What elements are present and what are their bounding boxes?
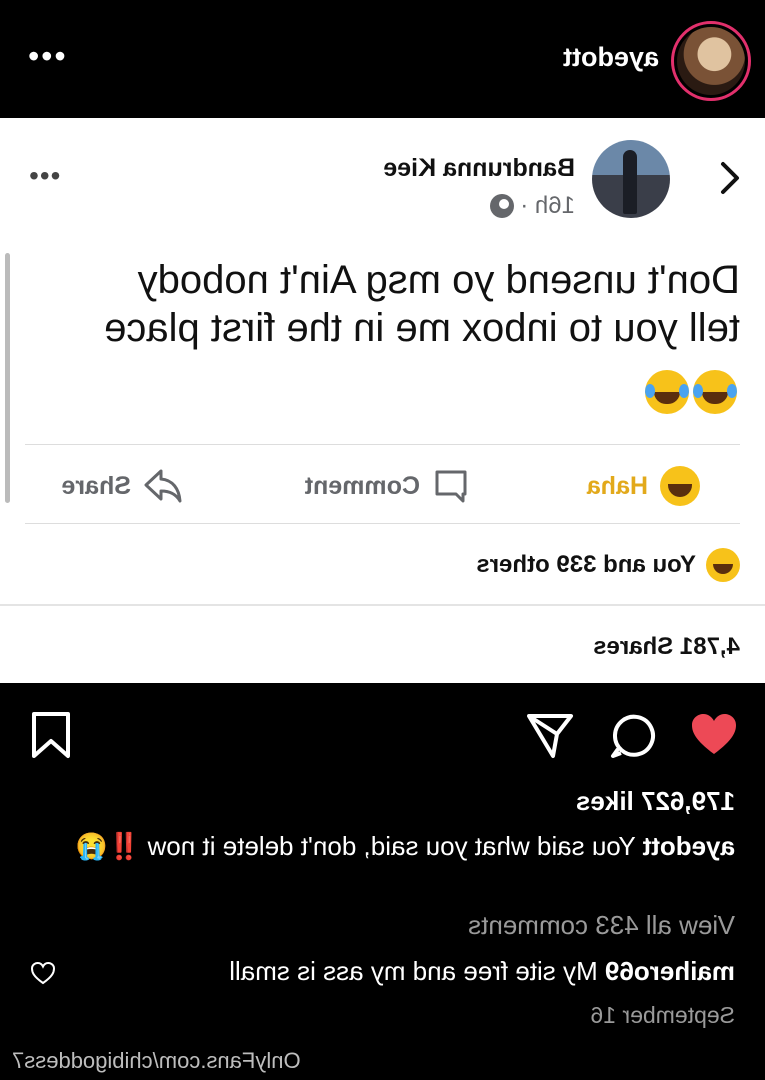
- view-all-comments-link[interactable]: View all 433 comments: [468, 910, 735, 941]
- heart-icon[interactable]: [689, 710, 739, 760]
- share-button[interactable]: Share: [62, 466, 183, 506]
- shares-count[interactable]: 4,781 Shares: [593, 633, 740, 661]
- small-heart-icon[interactable]: [30, 960, 56, 986]
- post-meta: 16h ·: [490, 192, 575, 220]
- reactors-text: You and 339 others: [476, 551, 696, 578]
- post-action-bar: [0, 700, 765, 770]
- reactors-summary[interactable]: You and 339 others: [476, 548, 740, 582]
- caption: ayedott You said what you said, don't de…: [30, 830, 735, 864]
- profile-avatar[interactable]: [671, 21, 751, 101]
- chevron-left-icon[interactable]: [713, 158, 745, 198]
- bookmark-icon[interactable]: [26, 710, 76, 760]
- divider: [25, 523, 740, 524]
- caption-text: You said what you said, don't delete it …: [147, 831, 636, 861]
- mirrored-screenshot: ayedott ••• Bandrunna Kiee 16h · ••• Don…: [0, 0, 765, 1080]
- post-more-icon[interactable]: •••: [28, 160, 60, 191]
- comment-row: maihero69 My site free and my ass is sma…: [25, 956, 735, 987]
- watermark-text: OnlyFans.com/chibigoddess7: [12, 1048, 301, 1073]
- facebook-post-card: Bandrunna Kiee 16h · ••• Don't unsend yo…: [0, 118, 765, 683]
- laughing-tears-emoji-icon: [693, 370, 737, 414]
- comment-icon[interactable]: [609, 710, 659, 760]
- post-text: Don't unsend yo msg Ain't nobody tell yo…: [25, 256, 740, 352]
- author-name[interactable]: Bandrunna Kiee: [383, 154, 575, 183]
- more-options-icon[interactable]: •••: [26, 38, 66, 74]
- divider: [25, 444, 740, 445]
- share-label: Share: [61, 471, 131, 500]
- laughing-tears-emoji-icon: [645, 370, 689, 414]
- instagram-header: ayedott •••: [0, 0, 765, 118]
- caption-emoji: ‼️😭: [75, 831, 141, 861]
- likes-count[interactable]: 179,627 likes: [576, 786, 735, 817]
- comment-bubble-icon: [435, 470, 467, 503]
- scrollbar[interactable]: [5, 253, 10, 503]
- divider: [0, 604, 765, 606]
- globe-icon: [490, 194, 515, 218]
- comment-text: My site free and my ass is small: [229, 956, 598, 986]
- haha-label: Haha: [586, 471, 648, 500]
- comment-button[interactable]: Comment: [305, 466, 470, 506]
- haha-icon: [706, 548, 740, 582]
- haha-icon: [660, 466, 700, 506]
- post-text-line: tell you to inbox me in the first place: [104, 306, 740, 350]
- post-text-line: Don't unsend yo msg Ain't nobody: [137, 258, 740, 302]
- send-icon[interactable]: [525, 710, 575, 760]
- post-time: 16h ·: [520, 192, 575, 219]
- post-emojis: [645, 370, 737, 414]
- author-avatar[interactable]: [592, 140, 670, 218]
- profile-username[interactable]: ayedott: [563, 42, 659, 73]
- post-date: September 16: [590, 1002, 735, 1028]
- comment-label: Comment: [304, 471, 420, 500]
- share-arrow-icon: [144, 469, 182, 503]
- caption-username[interactable]: ayedott: [643, 831, 735, 861]
- haha-reaction-button[interactable]: Haha: [587, 466, 700, 506]
- comment-username[interactable]: maihero69: [605, 956, 735, 986]
